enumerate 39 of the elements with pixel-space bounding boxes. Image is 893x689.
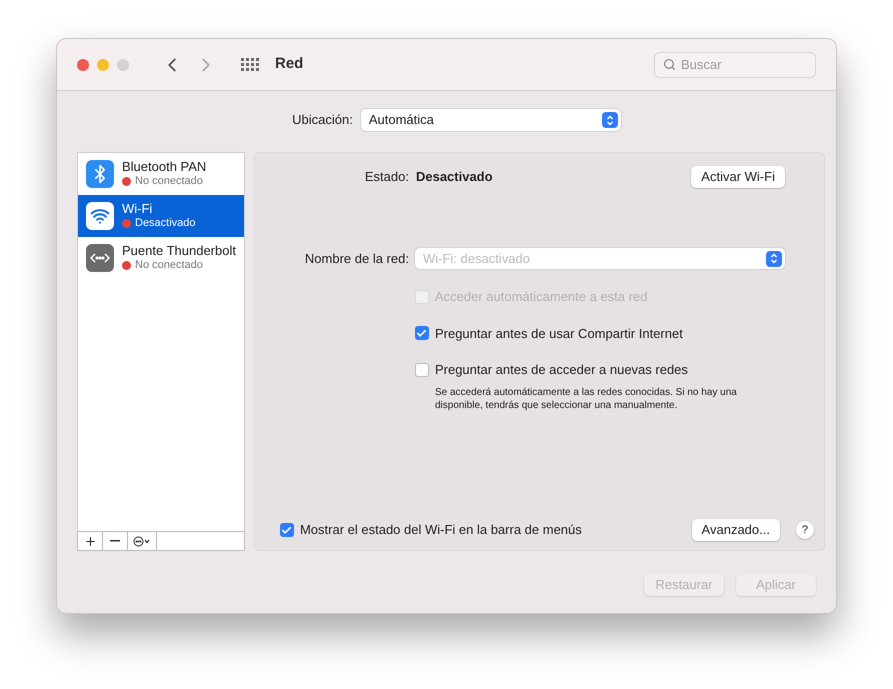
ethernet-dots-icon xyxy=(86,244,114,272)
plus-icon xyxy=(84,534,96,548)
service-status: No conectado xyxy=(135,174,203,189)
help-button[interactable]: ? xyxy=(796,521,814,539)
service-item[interactable]: Puente Thunderbolt No conectado xyxy=(78,237,244,279)
minus-icon xyxy=(110,540,120,542)
search-icon xyxy=(663,58,676,70)
service-name: Wi-Fi xyxy=(122,201,154,216)
ellipsis-menu-icon xyxy=(133,536,151,546)
location-label: Ubicación: xyxy=(292,111,353,130)
checkbox-label: Mostrar el estado del Wi-Fi en la barra de menús xyxy=(300,521,582,540)
status-value: Desactivado xyxy=(416,168,493,186)
advanced-button[interactable]: Avanzado... xyxy=(692,519,780,541)
check-icon xyxy=(416,328,428,339)
stepper-icon xyxy=(602,112,618,128)
close-icon[interactable] xyxy=(77,58,89,70)
service-name: Puente Thunderbolt xyxy=(122,243,236,258)
status-label: Estado: xyxy=(364,168,409,186)
stepper-icon xyxy=(766,250,782,266)
bluetooth-icon xyxy=(86,160,114,188)
network-name-label: Nombre de la red: xyxy=(304,250,409,268)
checkbox-label: Preguntar antes de usar Compartir Internet xyxy=(434,324,683,343)
window-title: Red xyxy=(275,54,304,74)
help-note: Se accederá automáticamente a las redes conocidas. Si no hay una disponible, tendrás que seleccionar una manualmente. xyxy=(434,386,738,412)
checkbox-label: Preguntar antes de acceder a nuevas redes xyxy=(434,361,688,379)
checkbox[interactable] xyxy=(414,362,429,377)
service-status: No conectado xyxy=(135,258,203,273)
activate-wifi-button[interactable]: Activar Wi-Fi xyxy=(691,166,785,188)
check-icon xyxy=(281,524,292,536)
wifi-icon xyxy=(86,202,114,230)
service-name: Bluetooth PAN xyxy=(122,159,206,174)
service-status: Desactivado xyxy=(135,216,196,231)
grid-icon[interactable] xyxy=(241,58,259,72)
service-item[interactable]: Bluetooth PAN No conectado xyxy=(78,153,244,195)
checkbox[interactable] xyxy=(414,326,429,340)
search-field[interactable]: Buscar xyxy=(654,52,816,78)
checkbox[interactable] xyxy=(280,523,294,537)
location-dropdown[interactable]: Automática xyxy=(360,109,621,131)
service-item[interactable]: Wi-Fi Desactivado xyxy=(78,195,244,237)
